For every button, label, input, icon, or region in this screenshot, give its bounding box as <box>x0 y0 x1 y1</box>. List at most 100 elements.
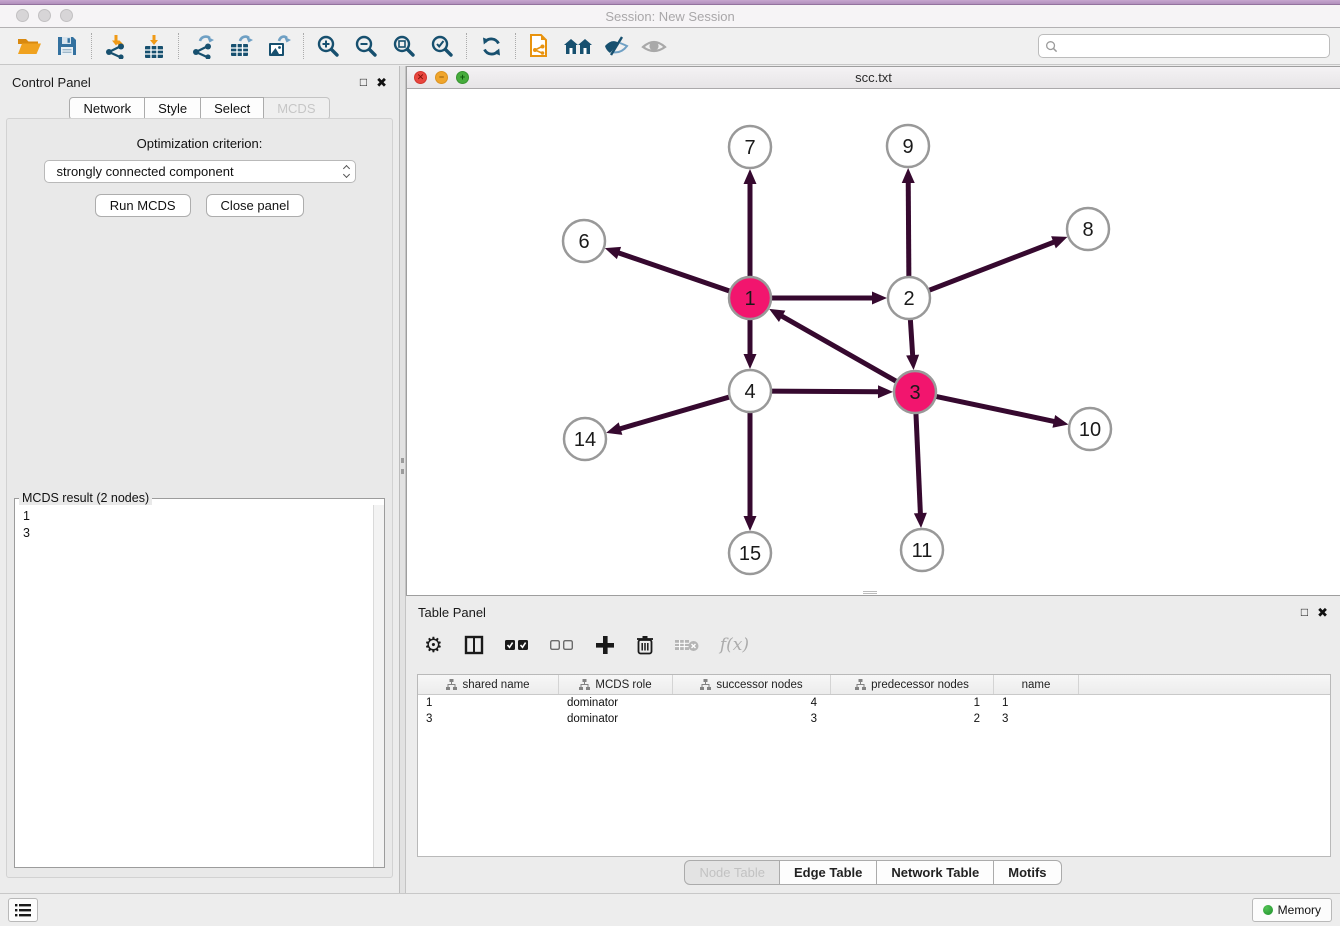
node-label-11: 11 <box>912 540 933 562</box>
node-table[interactable]: shared nameMCDS rolesuccessor nodesprede… <box>417 674 1331 857</box>
run-mcds-button[interactable]: Run MCDS <box>95 194 191 217</box>
criterion-dropdown[interactable]: strongly connected component <box>44 160 356 183</box>
export-table-button[interactable] <box>222 30 260 62</box>
hide-selected-button[interactable] <box>597 30 635 62</box>
attribute-icon <box>446 679 457 690</box>
home-button[interactable] <box>559 30 597 62</box>
zoom-window-button[interactable] <box>60 9 73 22</box>
close-window-button[interactable] <box>16 9 29 22</box>
table-row[interactable]: 3dominator323 <box>418 711 1330 727</box>
zoom-selected-button[interactable] <box>423 30 461 62</box>
column-header-MCDS-role[interactable]: MCDS role <box>559 675 673 694</box>
import-table-button[interactable] <box>135 30 173 62</box>
edge-arrowhead <box>606 422 622 434</box>
column-header-successor-nodes[interactable]: successor nodes <box>673 675 831 694</box>
refresh-icon <box>479 34 504 59</box>
cell[interactable]: dominator <box>559 711 673 727</box>
export-network-button[interactable] <box>184 30 222 62</box>
cell[interactable]: 2 <box>831 711 994 727</box>
zoom-fit-button[interactable] <box>385 30 423 62</box>
task-history-button[interactable] <box>8 898 38 922</box>
cell[interactable]: 1 <box>994 695 1079 711</box>
control-panel-title: Control Panel <box>12 75 91 90</box>
clone-network-button[interactable] <box>521 30 559 62</box>
edge-3-11[interactable] <box>916 411 921 515</box>
network-close-button[interactable]: ✕ <box>414 71 427 84</box>
tab-network[interactable]: Network <box>69 97 145 120</box>
close-table-panel-icon[interactable]: ✖ <box>1317 606 1328 619</box>
edge-4-14[interactable] <box>619 396 732 429</box>
network-window: ✕ − + scc.txt 7968124314101511 <box>406 66 1340 596</box>
deselect-all-icon[interactable] <box>550 639 574 651</box>
tab-select[interactable]: Select <box>201 97 264 120</box>
tab-motifs[interactable]: Motifs <box>994 860 1061 885</box>
memory-button[interactable]: Memory <box>1252 898 1332 922</box>
open-session-icon <box>16 34 43 58</box>
refresh-button[interactable] <box>472 30 510 62</box>
zoom-in-button[interactable] <box>309 30 347 62</box>
column-header-name[interactable]: name <box>994 675 1079 694</box>
table-row[interactable]: 1dominator411 <box>418 695 1330 711</box>
select-all-icon[interactable] <box>505 639 529 651</box>
splitter-grip-icon <box>401 458 404 474</box>
tab-edge-table[interactable]: Edge Table <box>780 860 877 885</box>
add-row-icon[interactable] <box>595 635 615 655</box>
show-all-button[interactable] <box>635 30 673 62</box>
import-network-button[interactable] <box>97 30 135 62</box>
table-tabs: Node TableEdge TableNetwork TableMotifs <box>406 860 1340 885</box>
edge-2-9[interactable] <box>908 181 909 279</box>
edge-3-10[interactable] <box>934 396 1056 422</box>
edge-4-3[interactable] <box>769 391 880 392</box>
cell[interactable]: dominator <box>559 695 673 711</box>
network-minimize-button[interactable]: − <box>435 71 448 84</box>
edge-1-6[interactable] <box>617 252 732 291</box>
close-panel-icon[interactable]: ✖ <box>376 76 387 89</box>
cell[interactable]: 4 <box>673 695 831 711</box>
network-window-titlebar[interactable]: ✕ − + scc.txt <box>407 67 1340 89</box>
edge-arrowhead <box>1052 415 1068 428</box>
column-header-predecessor-nodes[interactable]: predecessor nodes <box>831 675 994 694</box>
result-scrollbar[interactable] <box>373 505 384 867</box>
cell[interactable]: 1 <box>418 695 559 711</box>
tab-network-table[interactable]: Network Table <box>877 860 994 885</box>
network-resize-grip[interactable] <box>863 591 877 594</box>
float-table-panel-icon[interactable]: □ <box>1301 606 1308 618</box>
cell[interactable]: 3 <box>994 711 1079 727</box>
node-label-2: 2 <box>903 288 914 310</box>
float-panel-icon[interactable]: □ <box>360 76 367 88</box>
export-image-button[interactable] <box>260 30 298 62</box>
settings-gear-icon[interactable]: ⚙ <box>424 633 443 658</box>
network-maximize-button[interactable]: + <box>456 71 469 84</box>
edge-3-1[interactable] <box>780 315 898 382</box>
cell[interactable]: 3 <box>673 711 831 727</box>
tab-style[interactable]: Style <box>145 97 201 120</box>
column-header-shared-name[interactable]: shared name <box>418 675 559 694</box>
mcds-result-text[interactable]: 1 3 <box>15 505 372 867</box>
edge-2-8[interactable] <box>927 242 1056 292</box>
search-field[interactable] <box>1038 34 1330 58</box>
tab-mcds[interactable]: MCDS <box>264 97 329 120</box>
node-label-15: 15 <box>739 543 761 565</box>
edge-arrowhead <box>744 516 757 531</box>
edge-2-3[interactable] <box>910 317 913 357</box>
node-label-8: 8 <box>1082 219 1093 241</box>
cell[interactable]: 1 <box>831 695 994 711</box>
main-titlebar: Session: New Session <box>0 5 1340 28</box>
node-label-7: 7 <box>744 137 755 159</box>
dropdown-stepper-icon <box>344 166 349 177</box>
split-columns-icon[interactable] <box>464 635 484 655</box>
open-session-button[interactable] <box>10 30 48 62</box>
search-input[interactable] <box>1062 39 1323 53</box>
edge-arrowhead <box>906 355 919 370</box>
tab-node-table[interactable]: Node Table <box>684 860 780 885</box>
minimize-window-button[interactable] <box>38 9 51 22</box>
network-view[interactable]: 7968124314101511 <box>407 89 1340 595</box>
edge-arrowhead <box>878 385 893 398</box>
save-session-button[interactable] <box>48 30 86 62</box>
zoom-out-button[interactable] <box>347 30 385 62</box>
delete-row-icon[interactable] <box>636 635 654 655</box>
cell[interactable]: 3 <box>418 711 559 727</box>
network-canvas[interactable]: 7968124314101511 <box>407 89 1339 595</box>
close-panel-button[interactable]: Close panel <box>206 194 305 217</box>
control-panel-tabs: NetworkStyleSelectMCDS <box>0 97 399 120</box>
